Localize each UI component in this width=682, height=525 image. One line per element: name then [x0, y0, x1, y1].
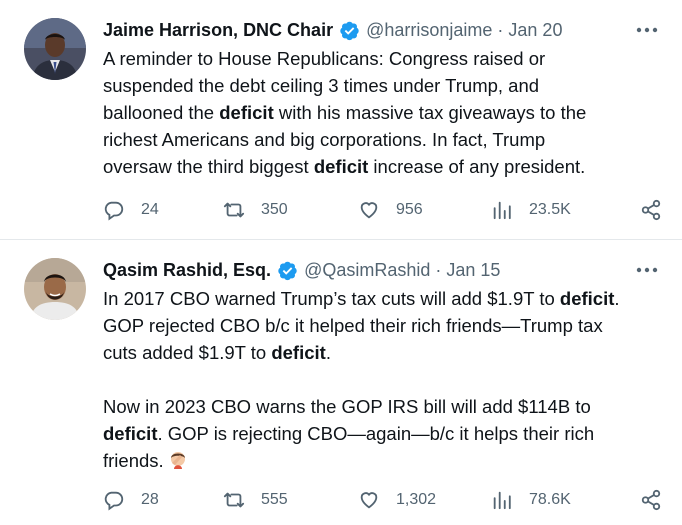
retweet-count: 555	[261, 491, 288, 508]
like-count: 956	[396, 201, 423, 218]
tweet-card[interactable]: Jaime Harrison, DNC Chair @harrisonjaime…	[0, 0, 682, 240]
action-bar: 24 350 956 23.5K	[103, 196, 662, 224]
views-chart-icon	[493, 201, 511, 220]
tweet-header: Jaime Harrison, DNC Chair @harrisonjaime…	[103, 17, 658, 43]
retweet-icon	[223, 492, 245, 508]
retweet-button[interactable]: 350	[223, 196, 288, 224]
tweet-text-line: cuts added $1.9T to deficit.	[103, 339, 664, 366]
timestamp[interactable]: Jan 15	[446, 260, 500, 281]
reply-icon	[104, 201, 124, 221]
text-run: .	[614, 288, 620, 309]
reply-button[interactable]: 28	[103, 486, 159, 514]
text-run: suspended the debt ceiling 3 times under…	[103, 75, 540, 96]
text-run: Now in 2023 CBO warns the GOP IRS bill w…	[103, 396, 591, 417]
highlighted-keyword: deficit	[219, 102, 274, 123]
like-count: 1,302	[396, 491, 437, 508]
handle[interactable]: @harrisonjaime	[366, 20, 492, 41]
tweet-text: In 2017 CBO warned Trump’s tax cuts will…	[103, 285, 664, 474]
reply-icon	[104, 491, 124, 511]
tweet-text: A reminder to House Republicans: Congres…	[103, 45, 664, 180]
tweet-text-line: oversaw the third biggest deficit increa…	[103, 153, 664, 180]
reply-count: 28	[141, 491, 159, 508]
text-run: cuts added $1.9T to	[103, 342, 272, 363]
tweet-text-line: Now in 2023 CBO warns the GOP IRS bill w…	[103, 393, 664, 420]
tweet-text-line: friends.	[103, 447, 664, 474]
tweet-text-line: richest Americans and big corporations. …	[103, 126, 664, 153]
share-icon	[641, 199, 661, 221]
more-dots-icon[interactable]	[628, 17, 658, 43]
tweet-text-line: ballooned the deficit with his massive t…	[103, 99, 664, 126]
views-button[interactable]: 78.6K	[491, 486, 571, 514]
text-run: GOP rejected CBO b/c it helped their ric…	[103, 315, 603, 336]
retweet-count: 350	[261, 201, 288, 218]
text-run: increase of any president.	[368, 156, 586, 177]
highlighted-keyword: deficit	[313, 156, 369, 177]
verified-badge-icon	[340, 21, 359, 40]
tweet-card[interactable]: Qasim Rashid, Esq. @QasimRashid · Jan 15…	[0, 240, 682, 525]
tweet-text-line: A reminder to House Republicans: Congres…	[103, 45, 664, 72]
like-button[interactable]: 956	[358, 196, 423, 224]
retweet-icon	[223, 202, 245, 218]
views-button[interactable]: 23.5K	[491, 196, 571, 224]
highlighted-keyword: deficit	[271, 342, 326, 363]
view-count: 23.5K	[529, 201, 571, 218]
reply-button[interactable]: 24	[103, 196, 159, 224]
text-run: A reminder to House Republicans: Congres…	[103, 48, 546, 69]
reply-count: 24	[141, 201, 159, 218]
verified-badge-icon	[278, 261, 297, 280]
retweet-button[interactable]: 555	[223, 486, 288, 514]
text-run: .	[325, 342, 331, 363]
text-run: . GOP is rejecting CBO—again—b/c it help…	[157, 423, 595, 444]
handle[interactable]: @QasimRashid	[304, 260, 430, 281]
timestamp[interactable]: Jan 20	[508, 20, 562, 41]
display-name[interactable]: Jaime Harrison, DNC Chair	[103, 20, 333, 41]
separator: ·	[435, 259, 442, 280]
text-run: with his massive tax giveaways to the	[273, 102, 587, 123]
tweet-text-line: suspended the debt ceiling 3 times under…	[103, 72, 664, 99]
tweet-text-line: deficit. GOP is rejecting CBO—again—b/c …	[103, 420, 664, 447]
tweet-header: Qasim Rashid, Esq. @QasimRashid · Jan 15	[103, 257, 658, 283]
heart-icon	[360, 492, 378, 509]
highlighted-keyword: deficit	[103, 423, 158, 444]
tweet-text-line: GOP rejected CBO b/c it helped their ric…	[103, 312, 664, 339]
avatar[interactable]	[24, 18, 86, 80]
action-bar: 28 555 1,302 78.6K	[103, 486, 662, 514]
text-run: oversaw the third biggest	[103, 156, 314, 177]
share-button[interactable]	[640, 486, 662, 514]
like-button[interactable]: 1,302	[358, 486, 436, 514]
views-chart-icon	[493, 491, 511, 510]
view-count: 78.6K	[529, 491, 571, 508]
text-run: richest Americans and big corporations. …	[103, 129, 546, 150]
more-dots-icon[interactable]	[628, 257, 658, 283]
separator: ·	[497, 19, 504, 40]
avatar[interactable]	[24, 258, 86, 320]
text-run: In 2017 CBO warned Trump’s tax cuts will…	[103, 288, 560, 309]
tweet-text-line	[103, 366, 664, 393]
highlighted-keyword: deficit	[559, 288, 615, 309]
tweet-text-line: In 2017 CBO warned Trump’s tax cuts will…	[103, 285, 664, 312]
share-button[interactable]	[640, 196, 662, 224]
text-run: ballooned the	[103, 102, 220, 123]
share-icon	[641, 489, 661, 511]
display-name[interactable]: Qasim Rashid, Esq.	[103, 260, 271, 281]
person-facepalming-emoji	[170, 452, 185, 469]
text-run: friends.	[103, 450, 164, 471]
heart-icon	[360, 202, 378, 219]
